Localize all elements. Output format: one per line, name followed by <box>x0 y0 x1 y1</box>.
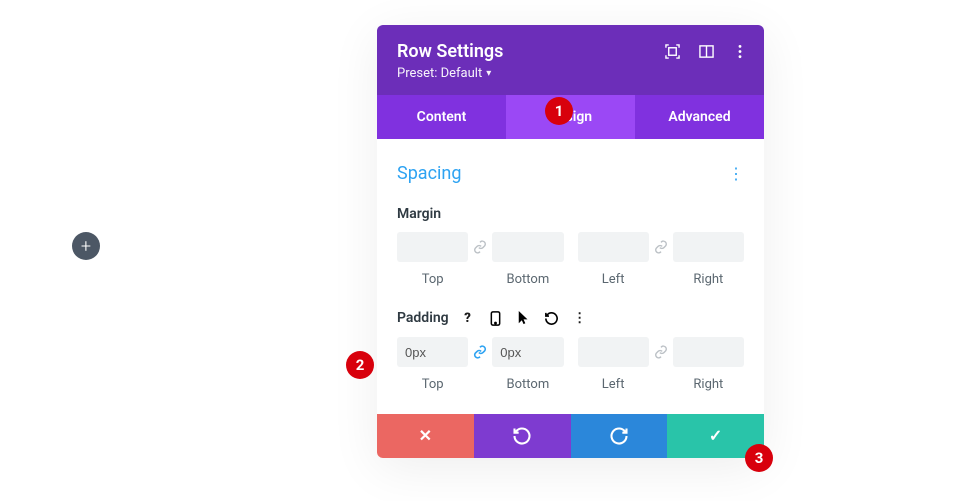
columns-icon[interactable] <box>698 43 714 59</box>
undo-button[interactable] <box>474 414 571 458</box>
plus-icon: + <box>81 236 91 257</box>
annotation-2: 2 <box>346 351 374 379</box>
close-icon: ✕ <box>419 426 432 446</box>
undo-icon <box>512 426 532 446</box>
preset-label: Preset: Default <box>397 66 482 81</box>
margin-right-input[interactable] <box>673 232 744 262</box>
device-icon[interactable] <box>487 309 505 327</box>
padding-field: Padding ? ⋮ <box>397 309 744 392</box>
padding-inputs: Top Bottom Left <box>397 337 744 392</box>
padding-kebab-icon[interactable]: ⋮ <box>571 309 589 327</box>
redo-icon <box>609 426 629 446</box>
margin-label: Margin <box>397 206 744 222</box>
padding-bottom-label: Bottom <box>492 377 563 392</box>
annotation-1: 1 <box>545 97 573 125</box>
link-icon[interactable] <box>468 232 492 262</box>
modal-body: Spacing ⋮ Margin Top Bottom <box>377 139 764 414</box>
margin-left-label: Left <box>578 272 649 287</box>
chevron-down-icon: ▾ <box>486 68 491 79</box>
padding-label: Padding <box>397 310 449 326</box>
padding-right-input[interactable] <box>673 337 744 367</box>
tab-content[interactable]: Content <box>377 95 506 139</box>
section-header: Spacing ⋮ <box>397 163 744 184</box>
help-icon[interactable]: ? <box>459 309 477 327</box>
padding-top-label: Top <box>397 377 468 392</box>
padding-left-label: Left <box>578 377 649 392</box>
margin-right-label: Right <box>673 272 744 287</box>
hover-icon[interactable] <box>515 309 533 327</box>
link-icon[interactable] <box>649 337 673 367</box>
padding-top-input[interactable] <box>397 337 468 367</box>
margin-bottom-label: Bottom <box>492 272 563 287</box>
check-icon: ✓ <box>709 426 722 446</box>
annotation-3: 3 <box>745 444 773 472</box>
margin-field: Margin Top Bottom <box>397 206 744 287</box>
padding-right-label: Right <box>673 377 744 392</box>
margin-left-input[interactable] <box>578 232 649 262</box>
padding-bottom-input[interactable] <box>492 337 563 367</box>
margin-inputs: Top Bottom Left <box>397 232 744 287</box>
header-actions <box>664 43 748 59</box>
expand-icon[interactable] <box>664 43 680 59</box>
tab-advanced[interactable]: Advanced <box>635 95 764 139</box>
section-kebab-icon[interactable]: ⋮ <box>728 164 744 183</box>
margin-bottom-input[interactable] <box>492 232 563 262</box>
margin-top-input[interactable] <box>397 232 468 262</box>
modal-header: Row Settings Preset: Default ▾ <box>377 25 764 95</box>
link-icon[interactable] <box>468 337 492 367</box>
padding-label-row: Padding ? ⋮ <box>397 309 744 327</box>
preset-dropdown[interactable]: Preset: Default ▾ <box>397 66 744 81</box>
modal-footer: ✕ ✓ <box>377 414 764 458</box>
add-section-button[interactable]: + <box>72 232 100 260</box>
padding-left-input[interactable] <box>578 337 649 367</box>
kebab-menu-icon[interactable] <box>732 43 748 59</box>
section-title[interactable]: Spacing <box>397 163 461 184</box>
redo-button[interactable] <box>571 414 668 458</box>
padding-option-icons: ? ⋮ <box>459 309 589 327</box>
cancel-button[interactable]: ✕ <box>377 414 474 458</box>
reset-icon[interactable] <box>543 309 561 327</box>
margin-top-label: Top <box>397 272 468 287</box>
row-settings-modal: Row Settings Preset: Default ▾ Content D… <box>377 25 764 458</box>
link-icon[interactable] <box>649 232 673 262</box>
